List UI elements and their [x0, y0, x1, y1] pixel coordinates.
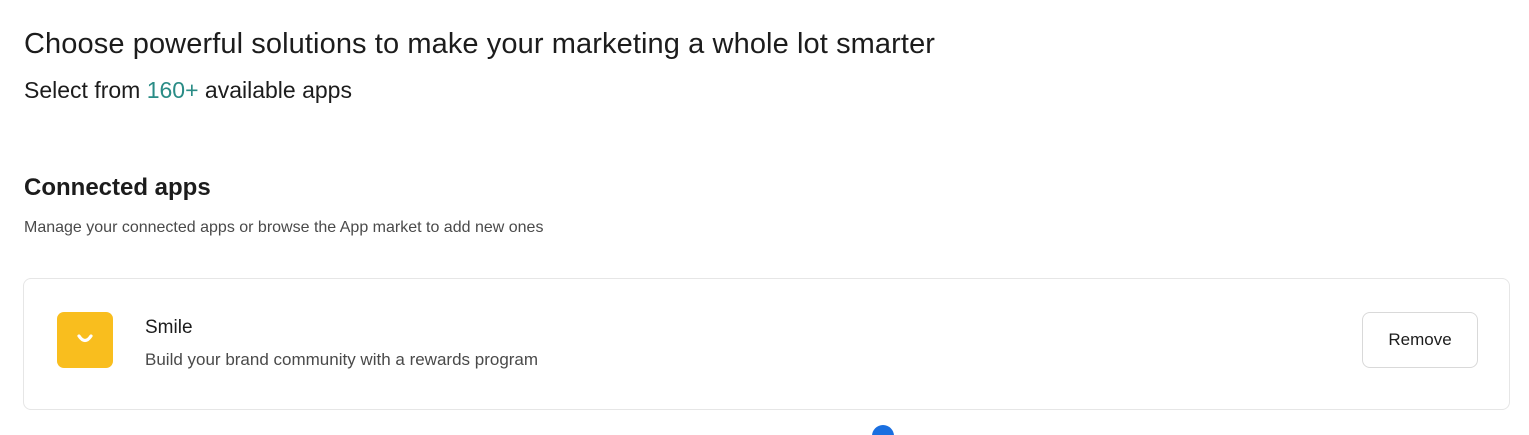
app-market-page: Choose powerful solutions to make your m…	[0, 0, 1529, 435]
connected-app-card: Smile Build your brand community with a …	[23, 278, 1510, 410]
connected-apps-heading: Connected apps	[24, 174, 211, 201]
subtitle-suffix: available apps	[198, 77, 352, 103]
scroll-indicator	[872, 425, 894, 435]
connected-apps-description: Manage your connected apps or browse the…	[24, 219, 544, 236]
subtitle-prefix: Select from	[24, 77, 147, 103]
page-title: Choose powerful solutions to make your m…	[24, 28, 936, 60]
app-name: Smile	[145, 317, 193, 338]
remove-button[interactable]: Remove	[1362, 312, 1478, 368]
app-description: Build your brand community with a reward…	[145, 350, 539, 369]
app-count: 160+	[146, 77, 199, 103]
page-subtitle: Select from 160+ available apps	[24, 77, 352, 104]
smile-logo-icon	[57, 312, 113, 368]
